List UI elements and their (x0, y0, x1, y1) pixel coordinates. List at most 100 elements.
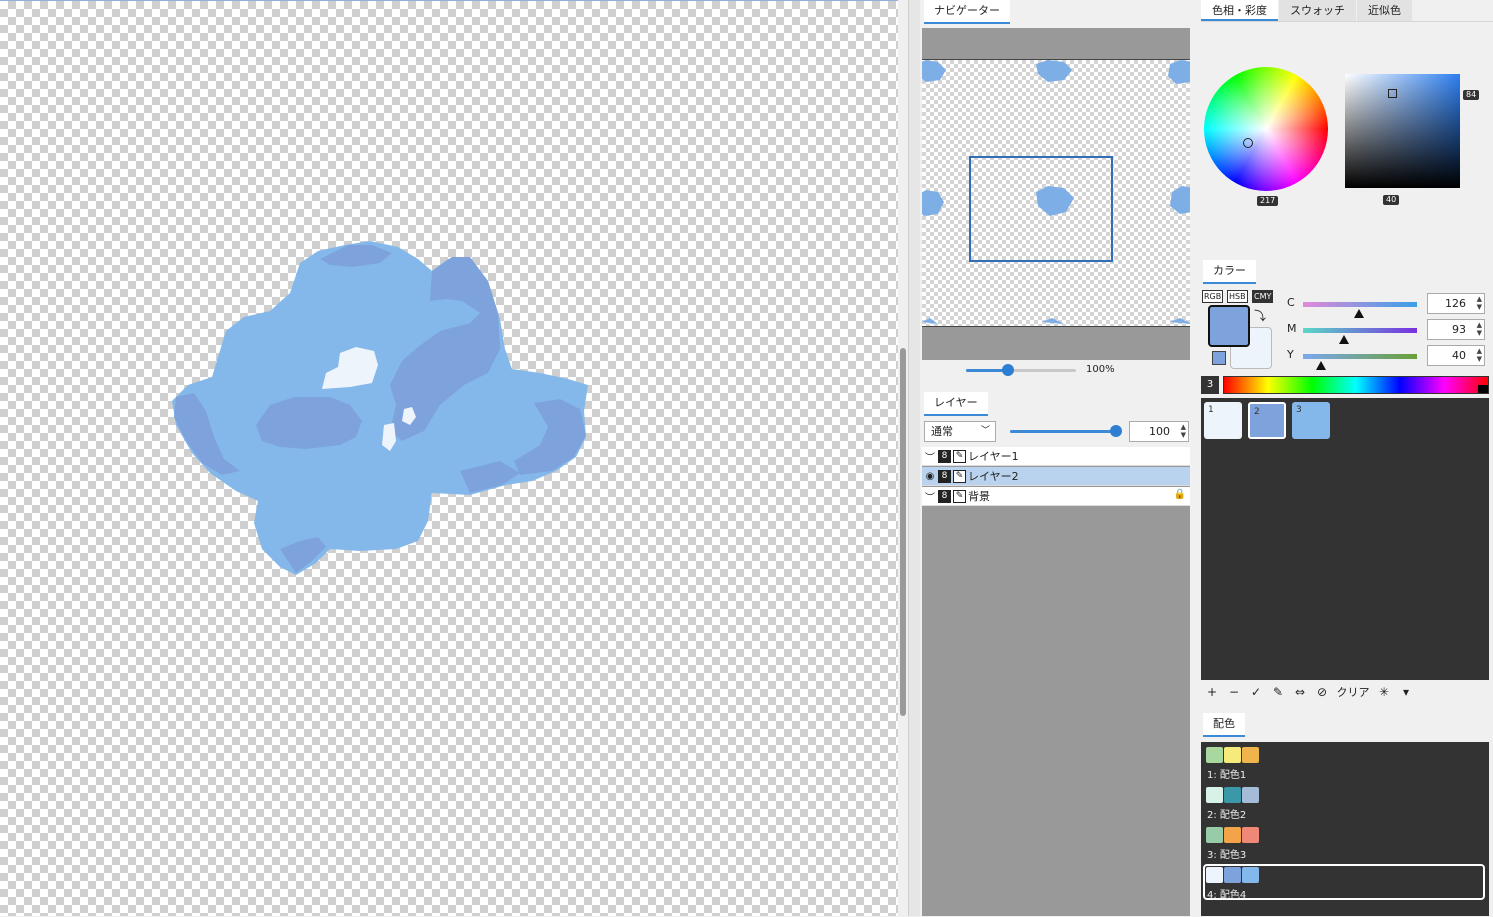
layer-mode-icon[interactable]: 8 (938, 489, 951, 503)
channel-row: Y 40 ▲ ▼ (1201, 344, 1493, 370)
hue-saturation-panel: 217 84 40 (1201, 24, 1493, 256)
spin-arrows-icon[interactable]: ▲ ▼ (1181, 423, 1186, 439)
scheme-chip (1224, 787, 1241, 803)
navigator-zoom-knob[interactable] (1002, 364, 1014, 376)
scheme-list: 1: 配色1 2: 配色2 3: 配色3 4: 配色4 (1201, 742, 1489, 916)
scheme-chip (1224, 827, 1241, 843)
channel-input[interactable]: 126 ▲ ▼ (1427, 293, 1485, 314)
spin-arrows-icon[interactable]: ▲ ▼ (1477, 321, 1482, 337)
channel-knob[interactable] (1354, 309, 1364, 318)
sparkle-icon[interactable]: ✳ (1373, 685, 1395, 699)
scheme-chip (1242, 747, 1259, 763)
clear-button[interactable]: クリア (1333, 684, 1373, 700)
navigator-canvas[interactable] (922, 59, 1190, 327)
swatch-label: 3 (1296, 405, 1302, 415)
layer-name: レイヤー2 (968, 470, 1019, 483)
hue-picker-icon[interactable] (1243, 138, 1253, 148)
channel-slider[interactable] (1303, 302, 1417, 307)
channel-value: 40 (1452, 349, 1466, 362)
layer-mode-icon[interactable]: 8 (938, 469, 951, 483)
tab-scheme[interactable]: 配色 (1203, 713, 1245, 737)
hue-wheel[interactable] (1204, 67, 1328, 191)
scheme-item[interactable]: 2: 配色2 (1203, 784, 1485, 821)
channel-value: 93 (1452, 323, 1466, 336)
canvas-vertical-scrollbar[interactable] (898, 0, 908, 916)
tab-hue-saturation[interactable]: 色相・彩度 (1201, 0, 1278, 21)
tab-color[interactable]: カラー (1203, 260, 1256, 284)
palette-hue-strip[interactable]: 3 (1201, 376, 1489, 394)
scheme-item[interactable]: 1: 配色1 (1203, 744, 1485, 781)
palette-swatch[interactable]: 3 (1292, 402, 1330, 439)
color-palette: 1 2 3 (1201, 398, 1489, 680)
layer-opacity-knob[interactable] (1110, 425, 1122, 437)
layer-controls: 通常 ﹀ 100 ▲ ▼ (922, 418, 1190, 446)
ban-icon[interactable]: ⊘ (1311, 685, 1333, 699)
eye-closed-icon[interactable]: ︶ (922, 449, 938, 464)
channel-input[interactable]: 40 ▲ ▼ (1427, 345, 1485, 366)
pen-icon[interactable]: ✎ (953, 489, 966, 503)
navigator-preview[interactable] (922, 28, 1190, 360)
layer-opacity-value: 100 (1149, 425, 1170, 438)
layer-opacity-input[interactable]: 100 ▲ ▼ (1129, 421, 1189, 442)
scrollbar-thumb[interactable] (900, 348, 906, 716)
pen-icon[interactable]: ✎ (1267, 685, 1289, 699)
spin-arrows-icon[interactable]: ▲ ▼ (1477, 347, 1482, 363)
navigator-zoom-slider[interactable] (966, 364, 1076, 376)
navigator-zoom-label: 100% (1086, 364, 1115, 375)
layer-mode-icon[interactable]: 8 (938, 449, 951, 463)
tab-navigator[interactable]: ナビゲーター (924, 0, 1010, 24)
channel-slider[interactable] (1303, 354, 1417, 359)
scheme-chip (1242, 867, 1259, 883)
check-icon[interactable]: ✓ (1245, 685, 1267, 699)
add-icon[interactable]: + (1201, 685, 1223, 699)
layer-row[interactable]: ︶ 8 ✎ 背景 🔒 (922, 487, 1190, 506)
swatch-label: 1 (1208, 405, 1214, 415)
scheme-item[interactable]: 3: 配色3 (1203, 824, 1485, 861)
tab-swatch[interactable]: スウォッチ (1279, 0, 1356, 21)
drawing-canvas[interactable] (0, 0, 898, 916)
layer-opacity-slider[interactable] (1010, 425, 1122, 437)
spin-arrows-icon[interactable]: ▲ ▼ (1477, 295, 1482, 311)
channel-label: Y (1287, 348, 1294, 361)
layer-row[interactable]: ︶ 8 ✎ レイヤー1 (922, 447, 1190, 466)
eye-closed-icon[interactable]: ︶ (922, 489, 938, 504)
scheme-name: 3: 配色3 (1207, 850, 1247, 861)
scheme-chip (1224, 867, 1241, 883)
swap-icon[interactable]: ⇔ (1289, 685, 1311, 699)
saturation-value-tag: 40 (1383, 195, 1400, 205)
brightness-value-tag: 84 (1463, 90, 1480, 100)
scheme-chip (1224, 747, 1241, 763)
tab-layer[interactable]: レイヤー (924, 392, 988, 416)
remove-icon[interactable]: − (1223, 685, 1245, 699)
scheme-item[interactable]: 4: 配色4 (1203, 864, 1485, 901)
channel-knob[interactable] (1339, 335, 1349, 344)
menu-chevron-icon[interactable]: ▾ (1395, 685, 1417, 699)
palette-swatch[interactable]: 1 (1204, 402, 1242, 439)
palette-toolbar: + − ✓ ✎ ⇔ ⊘ クリア ✳ ▾ (1201, 682, 1489, 702)
panel-divider[interactable] (908, 0, 920, 916)
channel-row: C 126 ▲ ▼ (1201, 292, 1493, 318)
channel-row: M 93 ▲ ▼ (1201, 318, 1493, 344)
channel-input[interactable]: 93 ▲ ▼ (1427, 319, 1485, 340)
navigator-viewport-rect[interactable] (969, 156, 1113, 262)
blend-mode-select[interactable]: 通常 ﹀ (924, 421, 996, 442)
chevron-down-icon: ﹀ (980, 426, 990, 436)
lock-icon[interactable]: 🔒 (1174, 489, 1186, 500)
flower-artwork (172, 241, 588, 575)
color-panel: RGB HSB CMY ⤵ C 126 ▲ ▼ M 93 ▲ ▼ Y 40 ▲ ▼ (1201, 282, 1493, 374)
channel-knob[interactable] (1316, 361, 1326, 370)
sb-picker-icon[interactable] (1388, 89, 1397, 98)
scheme-chip (1242, 787, 1259, 803)
layer-row[interactable]: ◉ 8 ✎ レイヤー2 (922, 467, 1190, 486)
swatch-label: 2 (1254, 407, 1260, 417)
hue-strip[interactable] (1223, 376, 1489, 394)
pen-icon[interactable]: ✎ (953, 449, 966, 463)
saturation-brightness-square[interactable] (1345, 74, 1460, 188)
pen-icon[interactable]: ✎ (953, 469, 966, 483)
tab-approx-color[interactable]: 近似色 (1357, 0, 1412, 21)
layer-name: 背景 (968, 490, 990, 503)
palette-count: 3 (1201, 376, 1219, 394)
eye-open-icon[interactable]: ◉ (922, 471, 938, 482)
channel-slider[interactable] (1303, 328, 1417, 333)
palette-swatch[interactable]: 2 (1248, 402, 1286, 439)
